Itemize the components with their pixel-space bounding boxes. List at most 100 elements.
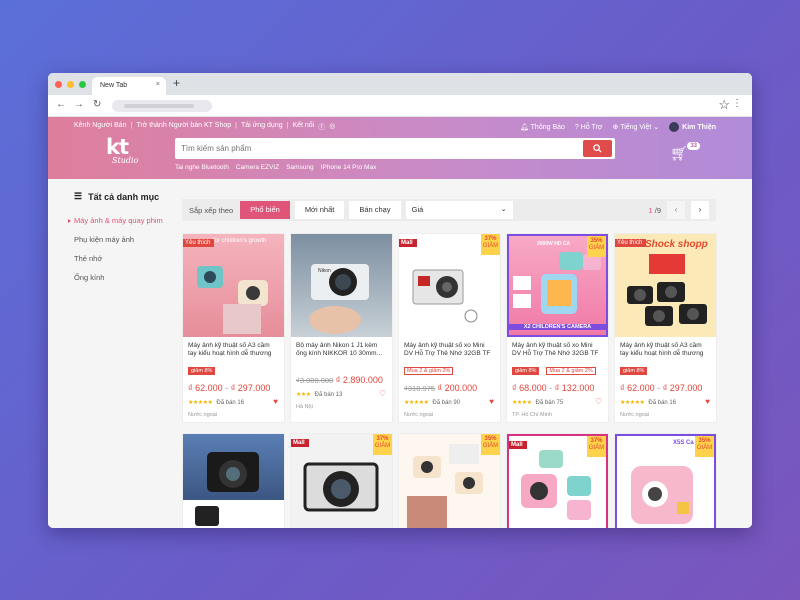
product-origin: Hà Nội (296, 404, 313, 410)
heart-icon[interactable]: ♡ (379, 389, 386, 398)
product-price: ₫ 62.000 - ₫ 297.000 (183, 377, 284, 393)
product-card[interactable]: Nikon Bộ máy ảnh Nikon 1 J1 kèm ống kính… (290, 233, 393, 423)
notifications-label: Thông Báo (530, 124, 565, 131)
heart-icon[interactable]: ♥ (489, 397, 494, 406)
product-card[interactable]: Mall 37% GIẢM (290, 433, 393, 528)
back-icon[interactable]: ← (56, 99, 66, 110)
sold-count: Đã bán 75 (535, 399, 564, 406)
page-indicator: 1 /9 (648, 206, 661, 215)
price-to: ₫ 132.000 (554, 383, 595, 393)
new-tab-button[interactable]: + (173, 76, 180, 90)
product-image: 2000W HD CA X2 CHILDREN'S CAMERA 35% GIẢM (507, 234, 608, 337)
topnav-download-app[interactable]: Tải ứng dụng (241, 122, 283, 132)
topnav-seller-channel[interactable]: Kênh Người Bán (74, 122, 126, 132)
product-card[interactable]: 35% GIẢM (398, 433, 501, 528)
sold-count: Đã bán 13 (314, 391, 343, 398)
heart-icon[interactable]: ♥ (273, 397, 278, 406)
instagram-icon[interactable]: ◎ (329, 122, 335, 132)
product-card[interactable]: 2000W HD CA X2 CHILDREN'S CAMERA 35% GIẢM… (506, 233, 609, 423)
product-card[interactable]: Mall 37% GIẢM Máy ảnh kỹ thuật số xo Mini… (398, 233, 501, 423)
sort-newest-button[interactable]: Mới nhất (294, 201, 345, 219)
discount-badge: 35% GIẢM (695, 436, 714, 457)
chevron-down-icon: ⌄ (653, 124, 660, 131)
product-image: Nikon (291, 234, 392, 337)
promo-badge: giảm 8% (188, 367, 216, 375)
sold-count: Đã bán 16 (648, 399, 677, 406)
product-card[interactable] (182, 433, 285, 528)
sort-bestselling-button[interactable]: Bán chạy (349, 201, 401, 219)
discount-badge: 37% GIẢM (481, 234, 500, 255)
next-page-button[interactable]: › (691, 201, 709, 219)
search-box (175, 138, 615, 159)
product-image-caption: for children's growth (213, 238, 267, 244)
category-item-memory-cards[interactable]: Thẻ nhớ (74, 254, 174, 263)
category-item-lenses[interactable]: Ống kính (74, 273, 174, 282)
product-card[interactable]: Shock shopp Yêu thích Máy ảnh kỹ thuật s… (614, 233, 717, 423)
minimize-window-button[interactable] (67, 81, 74, 88)
product-image-caption: Shock shopp (645, 239, 708, 250)
tab-close-icon[interactable]: × (156, 81, 160, 88)
support-link[interactable]: ? Hỗ Trợ (575, 124, 603, 131)
maximize-window-button[interactable] (79, 81, 86, 88)
category-item-cameras[interactable]: Máy ảnh & máy quay phim (68, 216, 174, 225)
category-item-accessories[interactable]: Phụ kiện máy ảnh (74, 235, 174, 244)
user-menu[interactable]: Kim Thiện (669, 122, 716, 132)
topnav-become-seller[interactable]: Trở thành Người bán KT Shop (136, 122, 231, 132)
product-image (183, 434, 284, 528)
discount-badge: 37% GIẢM (587, 436, 606, 457)
cart-icon[interactable]: 🛒︎ (670, 145, 688, 162)
old-price: ₫3.000.000 (296, 376, 334, 385)
search-button[interactable] (583, 140, 612, 157)
product-image: X5S Ca 35% GIẢM (615, 434, 716, 528)
page-current: 1 (648, 205, 653, 215)
avatar (669, 122, 680, 132)
browser-tab[interactable]: New Tab × (92, 77, 166, 95)
notifications-link[interactable]: 🔔︎ Thông Báo (520, 123, 565, 131)
suggestion-link[interactable]: IPhone 14 Pro Max (321, 164, 377, 171)
product-meta: ★★★★★ Đã bán 16 ♥ (183, 393, 284, 406)
browser-window: New Tab × + ← → ↻ ☆ ⋮ Kênh Người Bán | T… (48, 73, 752, 528)
sort-popular-button[interactable]: Phổ biến (240, 201, 290, 219)
price-sort-select[interactable]: Giá ⌄ (405, 201, 513, 219)
site-logo[interactable]: kt Studio (106, 137, 142, 171)
product-name: Máy ảnh kỹ thuật số A3 cầm tay kiểu hoạt… (188, 342, 272, 357)
rating-stars: ★★★★★ (620, 400, 645, 406)
url-input[interactable] (112, 100, 212, 112)
heart-icon[interactable]: ♡ (595, 397, 602, 406)
discount-percent: 37% (484, 236, 497, 242)
facebook-icon[interactable]: ⓕ (318, 122, 325, 132)
product-card[interactable]: X5S Ca 35% GIẢM (614, 433, 717, 528)
close-window-button[interactable] (55, 81, 62, 88)
sold-count: Đã bán 16 (216, 399, 245, 406)
product-image: Mall 37% GIẢM (507, 434, 608, 528)
product-card[interactable]: Mall 37% GIẢM (506, 433, 609, 528)
product-image: 35% GIẢM (399, 434, 500, 528)
discount-percent: 35% (590, 238, 603, 244)
prev-page-button[interactable]: ‹ (667, 201, 685, 219)
language-select[interactable]: ⊕ Tiếng Việt ⌄ (612, 123, 659, 131)
suggestion-link[interactable]: Samsung (286, 164, 313, 171)
topnav-connect: Kết nối (292, 122, 315, 129)
product-origin: Nước ngoài (404, 412, 433, 418)
bookmark-star-icon[interactable]: ☆ (718, 97, 730, 113)
product-price: ₫318.975 ₫ 200.000 (399, 377, 500, 393)
category-title-label: Tất cả danh mục (88, 191, 160, 202)
rating-stars: ★★★ (296, 392, 311, 398)
discount-label: GIẢM (588, 445, 605, 451)
forward-icon[interactable]: → (74, 99, 84, 110)
rating-stars: ★★★★★ (404, 400, 429, 406)
product-name: Máy ảnh kỹ thuật số A3 cầm tay kiểu hoạt… (620, 342, 704, 357)
price-sort-label: Giá (411, 205, 424, 214)
search-input[interactable] (175, 138, 575, 159)
product-card[interactable]: for children's growth Yêu thích Máy ảnh … (182, 233, 285, 423)
divider: | (286, 122, 289, 129)
browser-menu-icon[interactable]: ⋮ (732, 98, 742, 109)
heart-icon[interactable]: ♥ (705, 397, 710, 406)
product-origin: Nước ngoài (620, 412, 649, 418)
divider: | (130, 122, 133, 129)
suggestion-link[interactable]: Camera EZVIZ (236, 164, 279, 171)
product-price: ₫3.000.000 ₫ 2.890.000 (291, 359, 392, 385)
suggestion-link[interactable]: Tai nghe Bluetooth (175, 164, 229, 171)
reload-icon[interactable]: ↻ (93, 99, 101, 110)
product-meta: ★★★ Đã bán 13 ♡ (291, 385, 392, 398)
